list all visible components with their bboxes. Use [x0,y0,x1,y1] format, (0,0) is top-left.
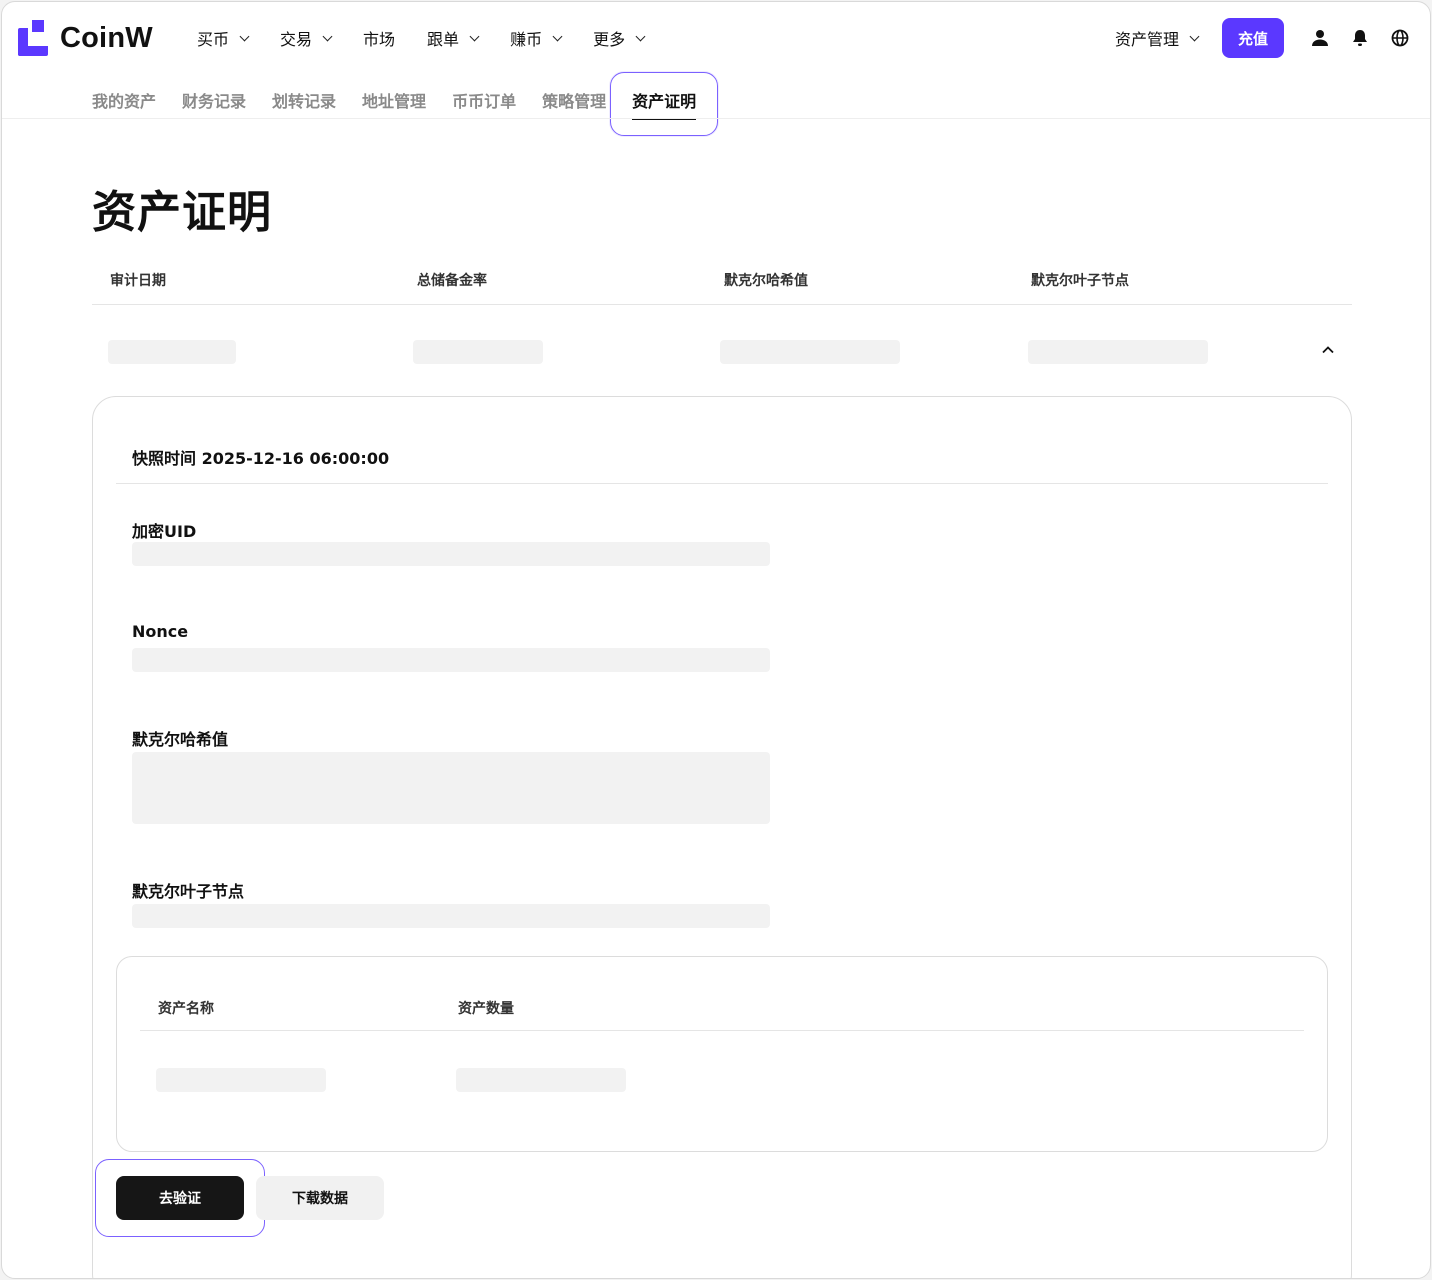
reserve-ratio-placeholder [413,340,543,364]
page-title: 资产证明 [92,187,272,238]
subnav-divider [2,118,1430,119]
tab-financial-records[interactable]: 财务记录 [182,90,246,114]
audit-date-placeholder [108,340,236,364]
header-actions: 资产管理 充值 [1115,18,1430,58]
nav-label: 市场 [363,30,396,49]
merkle-hash-label: 默克尔哈希值 [132,730,229,749]
asset-management-menu[interactable]: 资产管理 [1114,26,1200,50]
column-reserve-ratio: 总储备金率 [417,273,487,289]
tab-strategy-management[interactable]: 策略管理 [542,90,606,114]
logo-text: CoinW [60,21,153,54]
nav-earn[interactable]: 赚币 [510,26,563,50]
asset-subnav: 我的资产 财务记录 划转记录 地址管理 币币订单 策略管理 资产证明 [92,90,722,120]
coinw-logo[interactable]: CoinW [18,20,153,56]
nav-markets[interactable]: 市场 [363,26,395,50]
merkle-leaf-placeholder [1028,340,1208,364]
tab-address-management[interactable]: 地址管理 [362,90,426,114]
column-merkle-hash: 默克尔哈希值 [724,273,808,289]
snapshot-time: 快照时间 2025-12-16 06:00:00 [132,449,390,468]
chevron-down-icon [469,31,480,41]
chevron-down-icon [635,31,646,41]
encrypted-uid-value [132,542,770,566]
column-merkle-leaf: 默克尔叶子节点 [1031,273,1129,289]
chevron-down-icon [552,31,563,41]
merkle-leaf-label: 默克尔叶子节点 [132,882,245,901]
top-header: CoinW 买币 交易 市场 跟单 赚币 更多 资产管理 充值 [2,2,1430,74]
nav-label: 跟单 [427,30,460,49]
asset-name-placeholder [156,1068,326,1092]
nav-trade[interactable]: 交易 [280,26,333,50]
user-icon[interactable] [1310,28,1330,48]
nav-label: 买币 [197,30,230,49]
download-data-button[interactable]: 下载数据 [256,1176,384,1220]
tab-proof-of-assets[interactable]: 资产证明 [632,90,697,120]
column-audit-date: 审计日期 [110,273,166,289]
bell-icon[interactable] [1350,28,1370,48]
verify-button[interactable]: 去验证 [116,1176,244,1220]
tab-spot-orders[interactable]: 币币订单 [452,90,516,114]
main-nav: 买币 交易 市场 跟单 赚币 更多 [197,26,676,50]
asset-table-card [116,956,1328,1152]
encrypted-uid-label: 加密UID [132,522,197,541]
app-window: CoinW 买币 交易 市场 跟单 赚币 更多 资产管理 充值 我的资产 财务记… [1,1,1431,1279]
merkle-hash-value [132,752,770,824]
nav-label: 更多 [593,30,626,49]
merkle-hash-placeholder [720,340,900,364]
asset-management-label: 资产管理 [1114,30,1179,49]
nav-label: 交易 [280,30,313,49]
asset-table-divider [140,1030,1304,1031]
nonce-value [132,648,770,672]
nav-buy-crypto[interactable]: 买币 [197,26,250,50]
chevron-down-icon [322,31,333,41]
chevron-down-icon [239,31,250,41]
coinw-logo-icon [18,20,50,56]
globe-icon[interactable] [1390,28,1410,48]
card-divider [116,483,1328,484]
chevron-up-icon[interactable] [1320,342,1336,358]
asset-amount-placeholder [456,1068,626,1092]
deposit-button[interactable]: 充值 [1222,18,1284,58]
nonce-label: Nonce [132,622,189,641]
nav-label: 赚币 [510,30,543,49]
column-asset-amount: 资产数量 [458,1001,514,1017]
summary-table-header: 审计日期 总储备金率 默克尔哈希值 默克尔叶子节点 [92,260,1352,305]
chevron-down-icon [1189,31,1200,41]
column-asset-name: 资产名称 [158,1001,214,1017]
nav-copy-trading[interactable]: 跟单 [427,26,480,50]
tab-transfer-records[interactable]: 划转记录 [272,90,336,114]
nav-more[interactable]: 更多 [593,26,646,50]
tab-my-assets[interactable]: 我的资产 [92,90,156,114]
merkle-leaf-value [132,904,770,928]
